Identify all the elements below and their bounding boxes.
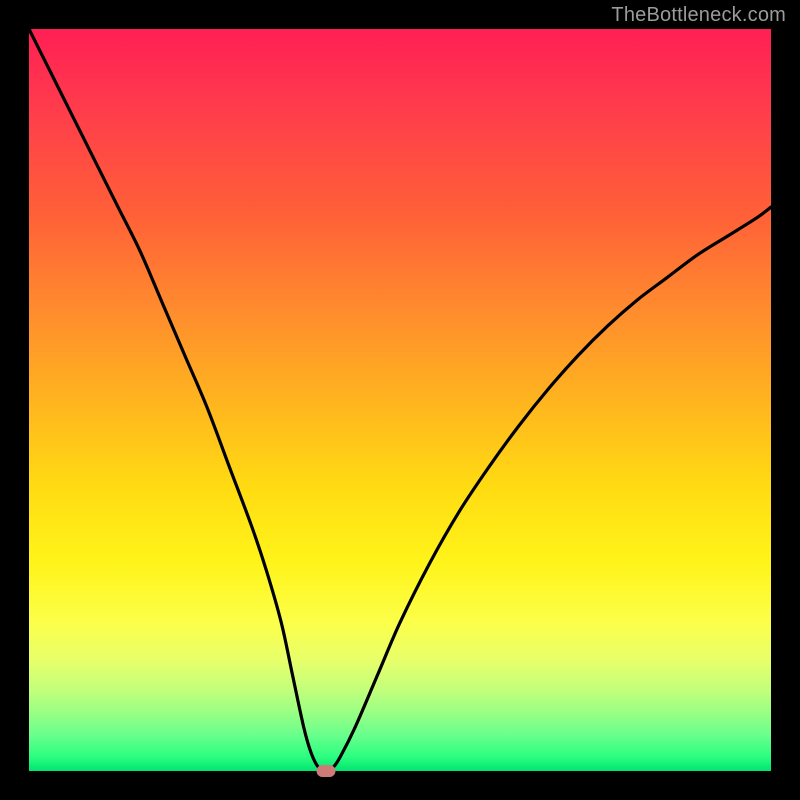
curve-svg	[29, 29, 771, 771]
bottleneck-curve	[29, 29, 771, 771]
optimum-marker	[316, 765, 335, 777]
chart-frame: TheBottleneck.com	[0, 0, 800, 800]
watermark-text: TheBottleneck.com	[611, 4, 786, 27]
plot-area	[29, 29, 771, 771]
